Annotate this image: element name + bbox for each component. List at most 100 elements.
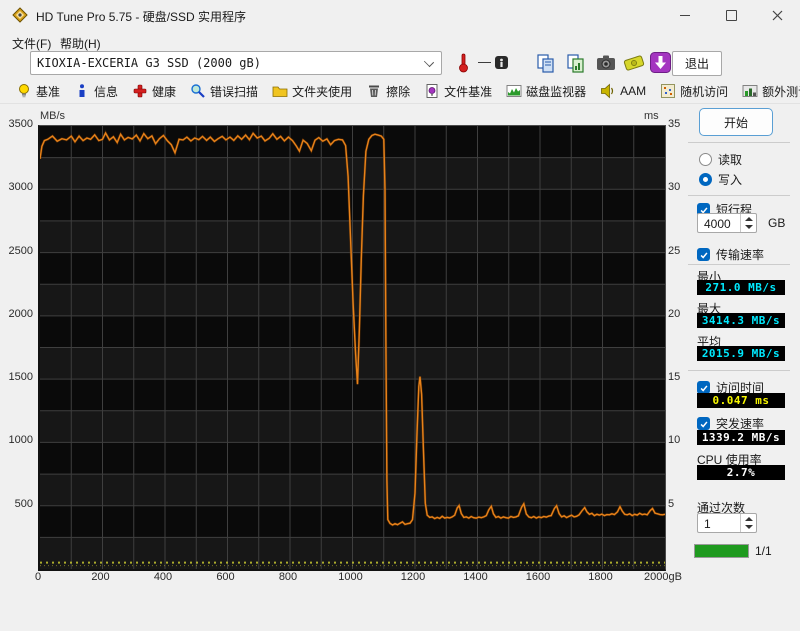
toolbar: KIOXIA-EXCERIA G3 SSD (2000 gB) — 退出 — [0, 51, 800, 78]
tab-random-access[interactable]: 随机访问 — [660, 83, 728, 100]
axis-tick-label: 3500 — [8, 118, 33, 130]
axis-tick-label: 35 — [668, 118, 681, 130]
read-radio-row[interactable]: 读取 — [699, 151, 742, 168]
spinner-buttons[interactable] — [740, 214, 756, 232]
erase-icon — [369, 85, 380, 97]
axis-tick-label: 1600 — [525, 571, 551, 583]
axis-tick-label: 5 — [668, 497, 675, 510]
axis-tick-label: 3000 — [8, 181, 33, 194]
axis-tick-label: 2000gB — [644, 571, 682, 583]
write-radio[interactable] — [699, 173, 712, 186]
spinner-up-icon — [745, 217, 753, 221]
axis-tick-label: 400 — [153, 571, 173, 583]
avg-value: 2015.9 MB/s — [697, 346, 785, 361]
read-radio[interactable] — [699, 153, 712, 166]
tab-folder-usage[interactable]: 文件夹使用 — [272, 83, 352, 100]
spinner-down-icon — [745, 525, 753, 529]
pass-count-spinner[interactable]: 1 — [697, 513, 757, 533]
tab-info[interactable]: 信息 — [74, 83, 118, 100]
temperature-value: — — [478, 54, 491, 69]
pass-count-value: 1 — [704, 517, 711, 531]
transfer-rate-checkbox[interactable] — [697, 248, 710, 261]
maximize-icon — [725, 9, 737, 21]
start-button[interactable]: 开始 — [699, 108, 773, 136]
progress-bar — [694, 544, 749, 558]
transfer-rate-label: 传输速率 — [716, 248, 765, 262]
chevron-down-icon — [423, 56, 435, 68]
axis-tick-label: 1000 — [8, 434, 33, 447]
capacity-spinner[interactable]: 4000 — [697, 213, 757, 233]
separator — [688, 264, 790, 265]
write-radio-label: 写入 — [718, 173, 743, 187]
tab-label: 磁盘监视器 — [526, 84, 587, 99]
file-benchmark-icon — [426, 84, 438, 98]
tab-extra-tests[interactable]: 额外测试 — [742, 83, 800, 100]
exit-button-label: 退出 — [684, 57, 709, 71]
download-button[interactable] — [648, 51, 673, 74]
titlebar: HD Tune Pro 5.75 - 硬盘/SSD 实用程序 — [0, 0, 800, 30]
axis-tick-label: 25 — [668, 244, 681, 257]
axis-tick-label: 2000 — [8, 307, 33, 320]
axis-tick-label: 500 — [14, 497, 33, 510]
screenshot-button[interactable] — [593, 51, 618, 74]
axis-tick-label: 1200 — [400, 571, 426, 583]
axis-tick-label: 20 — [668, 307, 681, 320]
drive-select[interactable]: KIOXIA-EXCERIA G3 SSD (2000 gB) — [30, 51, 442, 75]
close-button[interactable] — [754, 0, 800, 30]
menubar: 文件(F) 帮助(H) — [0, 30, 800, 51]
max-value: 3414.3 MB/s — [697, 313, 785, 328]
separator — [688, 370, 790, 371]
copy-text-button[interactable] — [533, 51, 558, 74]
axis-tick-label: 0 — [34, 571, 42, 583]
drive-select-value: KIOXIA-EXCERIA G3 SSD (2000 gB) — [37, 56, 261, 70]
benchmark-icon — [19, 84, 29, 98]
axis-tick-label: 15 — [668, 371, 681, 384]
axis-tick-label: 1800 — [588, 571, 613, 583]
disk-monitor-icon — [506, 85, 522, 97]
axis-tick-label: 1500 — [8, 371, 33, 384]
folder-usage-icon — [272, 86, 288, 97]
info-icon — [79, 84, 85, 97]
tab-file-benchmark[interactable]: 文件基准 — [424, 83, 492, 100]
axis-tick-label: 1000 — [338, 571, 363, 583]
tab-label: 文件基准 — [444, 84, 493, 99]
tab-aam[interactable]: AAM — [600, 83, 646, 99]
axis-tick-label: 10 — [668, 434, 681, 447]
spinner-buttons[interactable] — [740, 514, 756, 532]
tab-label: 随机访问 — [680, 84, 729, 99]
minimize-button[interactable] — [662, 0, 708, 30]
tab-label: AAM — [620, 84, 647, 98]
transfer-rate-row[interactable]: 传输速率 — [697, 246, 764, 263]
spinner-up-icon — [745, 517, 753, 521]
app-logo-icon — [12, 7, 28, 23]
axis-tick-label: 800 — [278, 571, 298, 583]
capacity-unit-label: GB — [768, 216, 786, 230]
capacity-value: 4000 — [704, 217, 731, 231]
copy-image-button[interactable] — [563, 51, 588, 74]
temperature-badge-icon — [495, 56, 508, 69]
benchmark-chart — [38, 125, 666, 571]
tab-erase[interactable]: 擦除 — [366, 83, 410, 100]
separator — [688, 142, 790, 143]
axis-tick-label: 600 — [216, 571, 235, 583]
burst-rate-checkbox[interactable] — [697, 417, 710, 430]
health-icon — [133, 84, 147, 98]
write-radio-row[interactable]: 写入 — [699, 171, 742, 188]
tab-health[interactable]: 健康 — [132, 83, 176, 100]
y-right-unit-label: ms — [644, 110, 659, 122]
tab-label: 文件夹使用 — [292, 84, 353, 99]
banknote-icon — [623, 54, 644, 71]
exit-button[interactable]: 退出 — [672, 51, 722, 76]
tab-disk-monitor[interactable]: 磁盘监视器 — [506, 83, 586, 100]
axis-tick-label: 1400 — [463, 571, 488, 583]
start-button-label: 开始 — [723, 115, 748, 130]
chart-canvas — [38, 126, 666, 569]
separator — [688, 195, 790, 196]
tab-error-scan[interactable]: 错误扫描 — [190, 83, 258, 100]
y-left-unit-label: MB/s — [40, 110, 66, 122]
close-icon — [772, 10, 782, 20]
minimize-icon — [680, 14, 690, 16]
tab-benchmark[interactable]: 基准 — [16, 83, 60, 100]
maximize-button[interactable] — [708, 0, 754, 30]
save-image-button[interactable] — [621, 51, 646, 74]
